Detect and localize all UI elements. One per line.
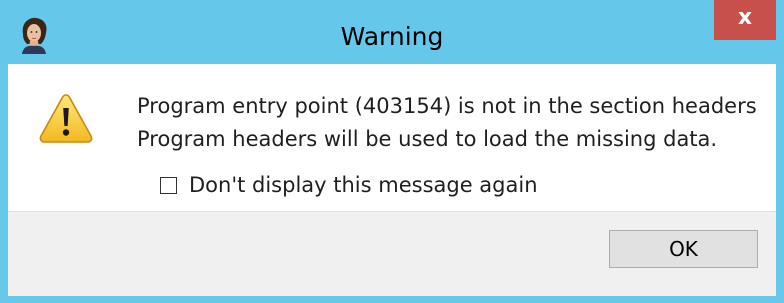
dialog-body: Program entry point (403154) is not in t…	[8, 64, 776, 296]
warning-icon	[38, 92, 94, 144]
message-line-2: Program headers will be used to load the…	[137, 127, 718, 151]
ok-button[interactable]: OK	[609, 230, 758, 268]
window-title: Warning	[340, 22, 444, 51]
title-bar[interactable]: Warning x	[0, 0, 784, 64]
button-area: OK	[8, 211, 776, 296]
close-icon: x	[737, 5, 753, 30]
message-line-1: Program entry point (403154) is not in t…	[137, 94, 757, 118]
dont-display-again-checkbox[interactable]	[160, 176, 177, 194]
dont-display-again-option[interactable]: Don't display this message again	[160, 172, 538, 198]
warning-dialog: Warning x Program entry point (403154) i…	[0, 0, 784, 303]
close-button[interactable]: x	[714, 0, 776, 40]
message-text: Program entry point (403154) is not in t…	[137, 90, 757, 156]
dont-display-again-label[interactable]: Don't display this message again	[189, 172, 538, 198]
